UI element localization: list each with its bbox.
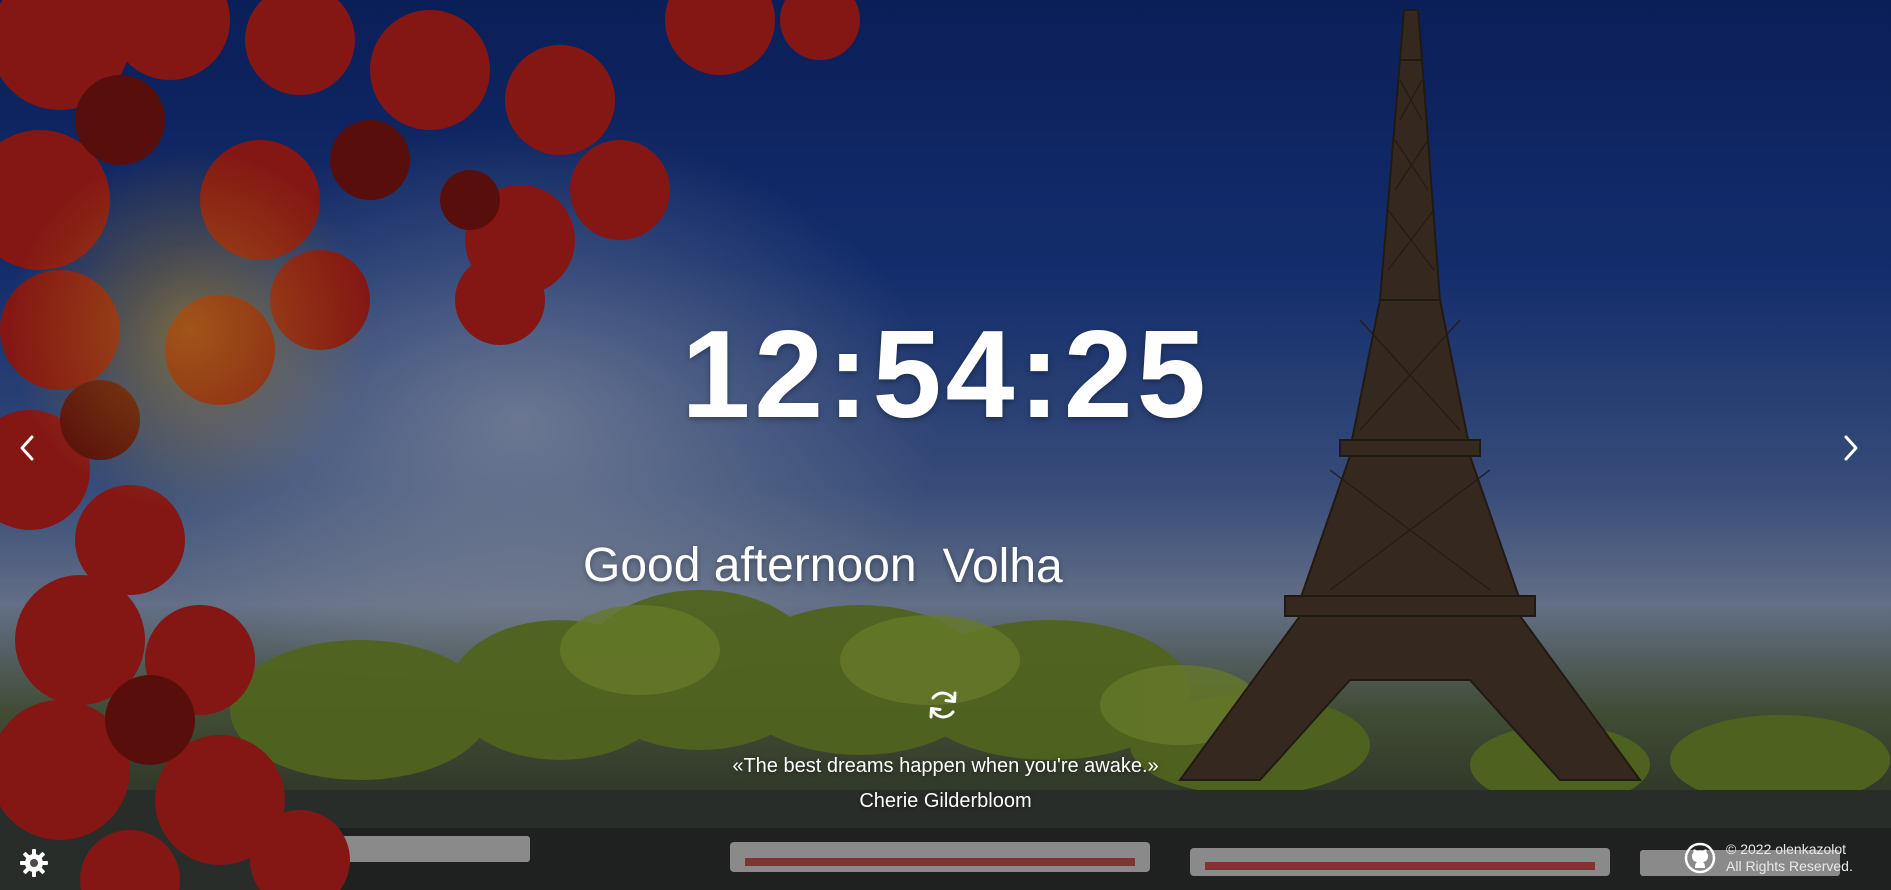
footer: © 2022 olenkazolot All Rights Reserved. [1683,840,1853,876]
change-quote-button[interactable] [922,684,964,726]
github-icon [1684,842,1716,874]
clock-time: 12:54:25 [681,306,1210,444]
quote-author: Cherie Gilderbloom [859,790,1032,812]
github-link[interactable] [1683,841,1717,875]
refresh-icon [929,691,957,719]
greeting-text: Good afternoon [583,539,917,592]
quote-text: «The best dreams happen when you're awak… [732,755,1159,777]
background-slide: 12:54:25 Good afternoon «The best dreams… [0,0,1891,890]
name-input[interactable] [942,536,1263,596]
copyright: © 2022 olenkazolot All Rights Reserved. [1726,841,1853,875]
rights-text: All Rights Reserved. [1726,858,1853,874]
copyright-text: © 2022 olenkazolot [1726,841,1847,857]
settings-button[interactable] [18,847,50,879]
gear-icon [20,849,48,877]
greeting-container: Good afternoon [583,536,1263,596]
